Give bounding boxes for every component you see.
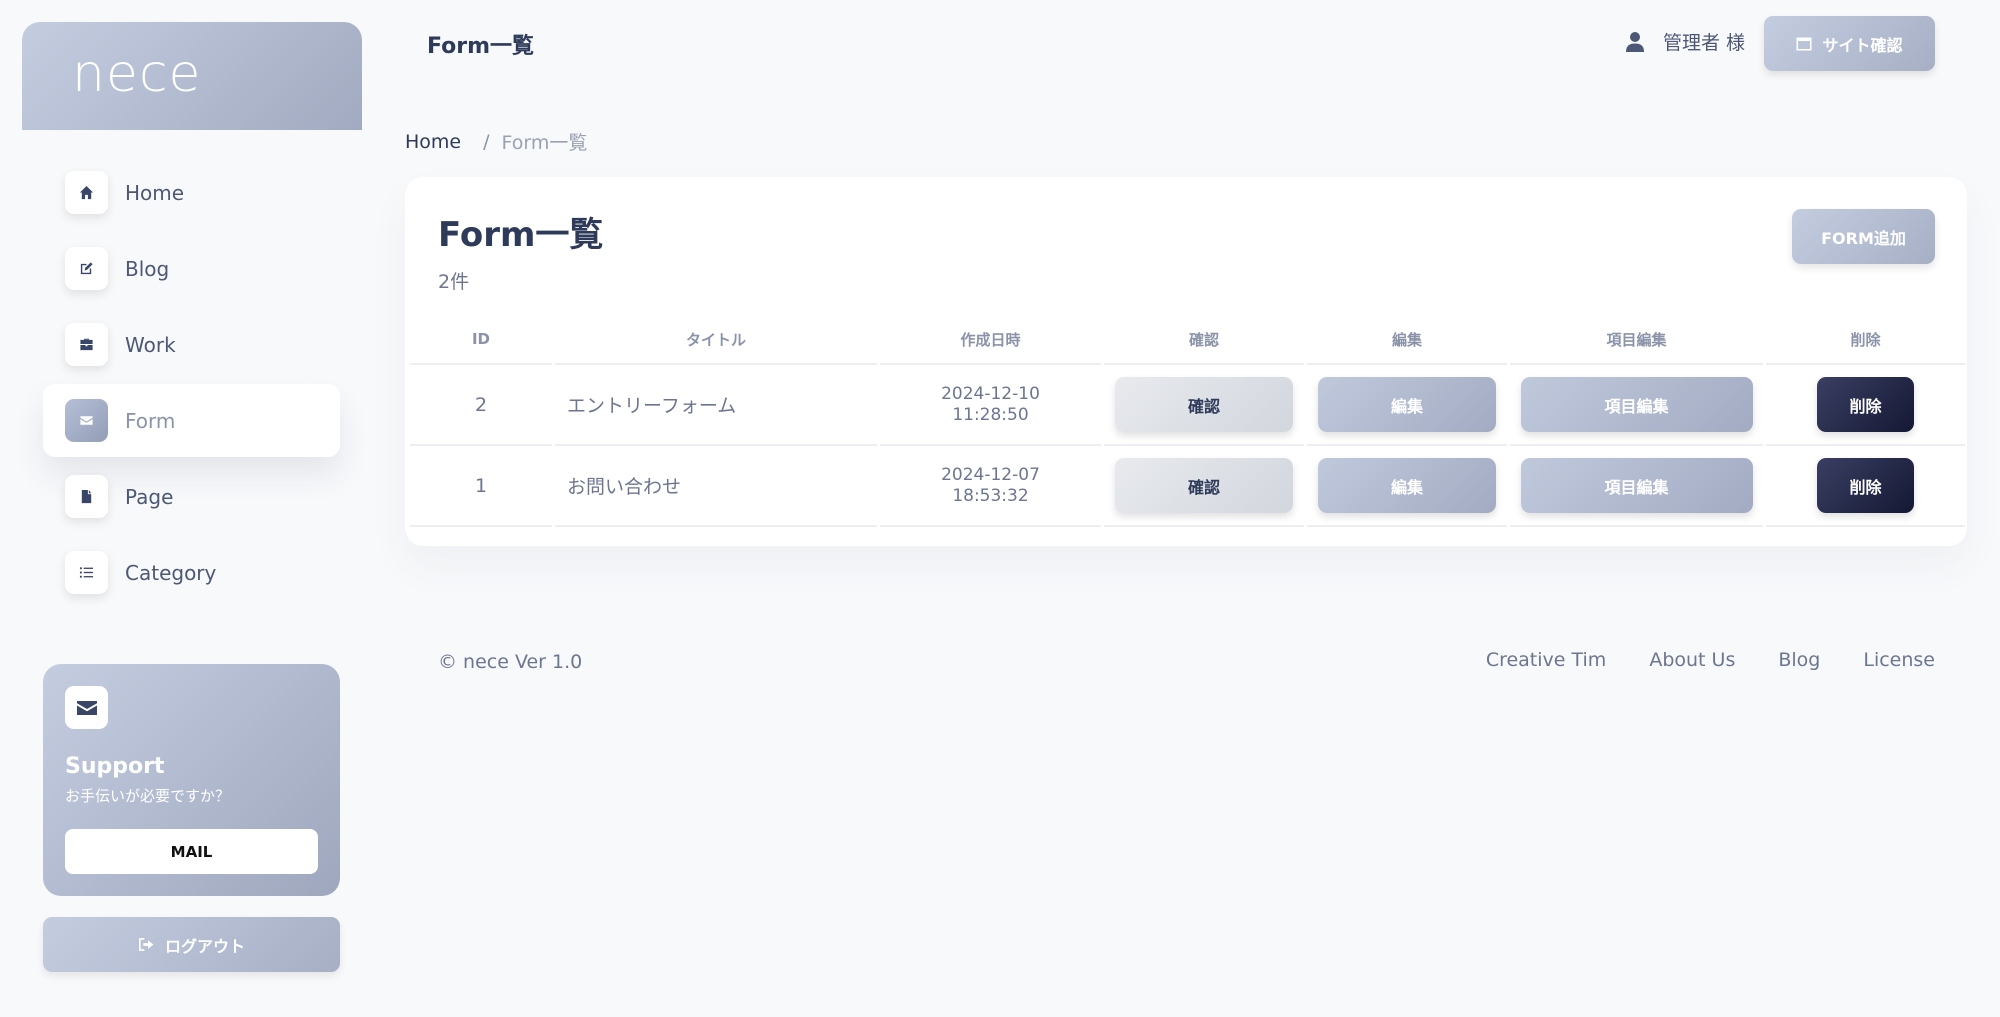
column-header-id: ID — [410, 315, 552, 365]
cell-title: お問い合わせ — [555, 446, 877, 527]
sidebar-item-form[interactable]: Form — [43, 384, 340, 457]
user-icon — [1626, 31, 1644, 52]
table-header-row: ID タイトル 作成日時 確認 編集 項目編集 削除 — [410, 315, 1965, 365]
support-title: Support — [65, 754, 165, 779]
item-edit-button[interactable]: 項目編集 — [1520, 458, 1753, 513]
footer-link-creative-tim[interactable]: Creative Tim — [1486, 649, 1607, 671]
sidebar-item-category[interactable]: Category — [43, 536, 340, 609]
column-header-confirm: 確認 — [1104, 315, 1304, 365]
brand-header: nece — [22, 22, 362, 130]
confirm-button[interactable]: 確認 — [1115, 458, 1293, 513]
sidebar-item-label: Category — [125, 560, 217, 585]
breadcrumb: Home / Form一覧 — [405, 128, 587, 155]
sidebar-item-page[interactable]: Page — [43, 460, 340, 533]
user-name: 管理者 様 — [1663, 32, 1746, 54]
cell-delete: 削除 — [1766, 446, 1965, 527]
created-date: 2024-12-10 — [941, 383, 1040, 404]
site-check-label: サイト確認 — [1822, 35, 1903, 55]
cell-confirm: 確認 — [1104, 365, 1304, 446]
created-date: 2024-12-07 — [941, 464, 1040, 485]
cell-edit: 編集 — [1307, 365, 1507, 446]
logout-button[interactable]: ログアウト — [43, 917, 340, 972]
sidebar-item-label: Blog — [125, 256, 170, 281]
cell-created: 2024-12-10 11:28:50 — [880, 365, 1101, 446]
mail-button[interactable]: MAIL — [65, 829, 318, 874]
item-edit-button[interactable]: 項目編集 — [1520, 377, 1753, 432]
sidebar-item-label: Form — [125, 408, 176, 433]
cell-id: 2 — [410, 365, 552, 446]
footer-link-about-us[interactable]: About Us — [1649, 649, 1735, 671]
table-row: 2 エントリーフォーム 2024-12-10 11:28:50 確認 編集 項目… — [410, 365, 1965, 446]
footer-links: Creative Tim About Us Blog License — [1486, 649, 1935, 671]
confirm-button[interactable]: 確認 — [1115, 377, 1293, 432]
edit-button[interactable]: 編集 — [1318, 377, 1496, 432]
briefcase-icon — [65, 323, 108, 366]
edit-icon — [65, 247, 108, 290]
created-time: 11:28:50 — [952, 404, 1029, 425]
record-count: 2件 — [438, 271, 470, 293]
edit-button[interactable]: 編集 — [1318, 458, 1496, 513]
column-header-item-edit: 項目編集 — [1510, 315, 1763, 365]
column-header-delete: 削除 — [1766, 315, 1965, 365]
breadcrumb-home[interactable]: Home — [405, 131, 461, 153]
cell-title: エントリーフォーム — [555, 365, 877, 446]
sidebar-nav: Home Blog Work Form Page Category — [43, 156, 340, 612]
breadcrumb-current: Form一覧 — [501, 132, 588, 154]
form-list-card: Form一覧 2件 FORM追加 ID タイトル 作成日時 確認 編集 項目編集… — [405, 177, 1967, 546]
window-icon — [1796, 37, 1812, 50]
sidebar-item-label: Work — [125, 332, 176, 357]
sidebar-item-work[interactable]: Work — [43, 308, 340, 381]
delete-button[interactable]: 削除 — [1817, 377, 1914, 432]
sidebar-item-label: Page — [125, 484, 174, 509]
sidebar-item-home[interactable]: Home — [43, 156, 340, 229]
column-header-edit: 編集 — [1307, 315, 1507, 365]
footer-link-license[interactable]: License — [1863, 649, 1935, 671]
column-header-created: 作成日時 — [880, 315, 1101, 365]
forms-table: ID タイトル 作成日時 確認 編集 項目編集 削除 2 エントリーフォーム 2… — [407, 315, 1968, 527]
cell-item-edit: 項目編集 — [1510, 446, 1763, 527]
sign-out-icon — [139, 938, 154, 951]
created-time: 18:53:32 — [952, 485, 1029, 506]
cell-created: 2024-12-07 18:53:32 — [880, 446, 1101, 527]
delete-button[interactable]: 削除 — [1817, 458, 1914, 513]
column-header-title: タイトル — [555, 315, 877, 365]
breadcrumb-separator: / — [483, 130, 490, 153]
page-title: Form一覧 — [427, 34, 535, 59]
cell-delete: 削除 — [1766, 365, 1965, 446]
envelope-icon — [65, 399, 108, 442]
list-icon — [65, 551, 108, 594]
card-title: Form一覧 — [438, 215, 604, 255]
cell-confirm: 確認 — [1104, 446, 1304, 527]
footer-link-blog[interactable]: Blog — [1778, 649, 1820, 671]
file-icon — [65, 475, 108, 518]
table-row: 1 お問い合わせ 2024-12-07 18:53:32 確認 編集 項目編集 … — [410, 446, 1965, 527]
cell-item-edit: 項目編集 — [1510, 365, 1763, 446]
cell-id: 1 — [410, 446, 552, 527]
home-icon — [65, 171, 108, 214]
add-form-button[interactable]: FORM追加 — [1792, 209, 1935, 264]
sidebar-item-blog[interactable]: Blog — [43, 232, 340, 305]
support-subtitle: お手伝いが必要ですか？ — [65, 787, 231, 805]
brand-logo[interactable]: nece — [72, 44, 202, 104]
sidebar-item-label: Home — [125, 180, 185, 205]
cell-edit: 編集 — [1307, 446, 1507, 527]
footer-copyright: © nece Ver 1.0 — [438, 651, 583, 673]
user-menu[interactable]: 管理者 様 — [1625, 28, 1745, 55]
site-check-button[interactable]: サイト確認 — [1764, 16, 1935, 71]
envelope-icon — [65, 686, 108, 729]
support-card: Support お手伝いが必要ですか？ MAIL — [43, 664, 340, 896]
logout-label: ログアウト — [164, 936, 245, 956]
